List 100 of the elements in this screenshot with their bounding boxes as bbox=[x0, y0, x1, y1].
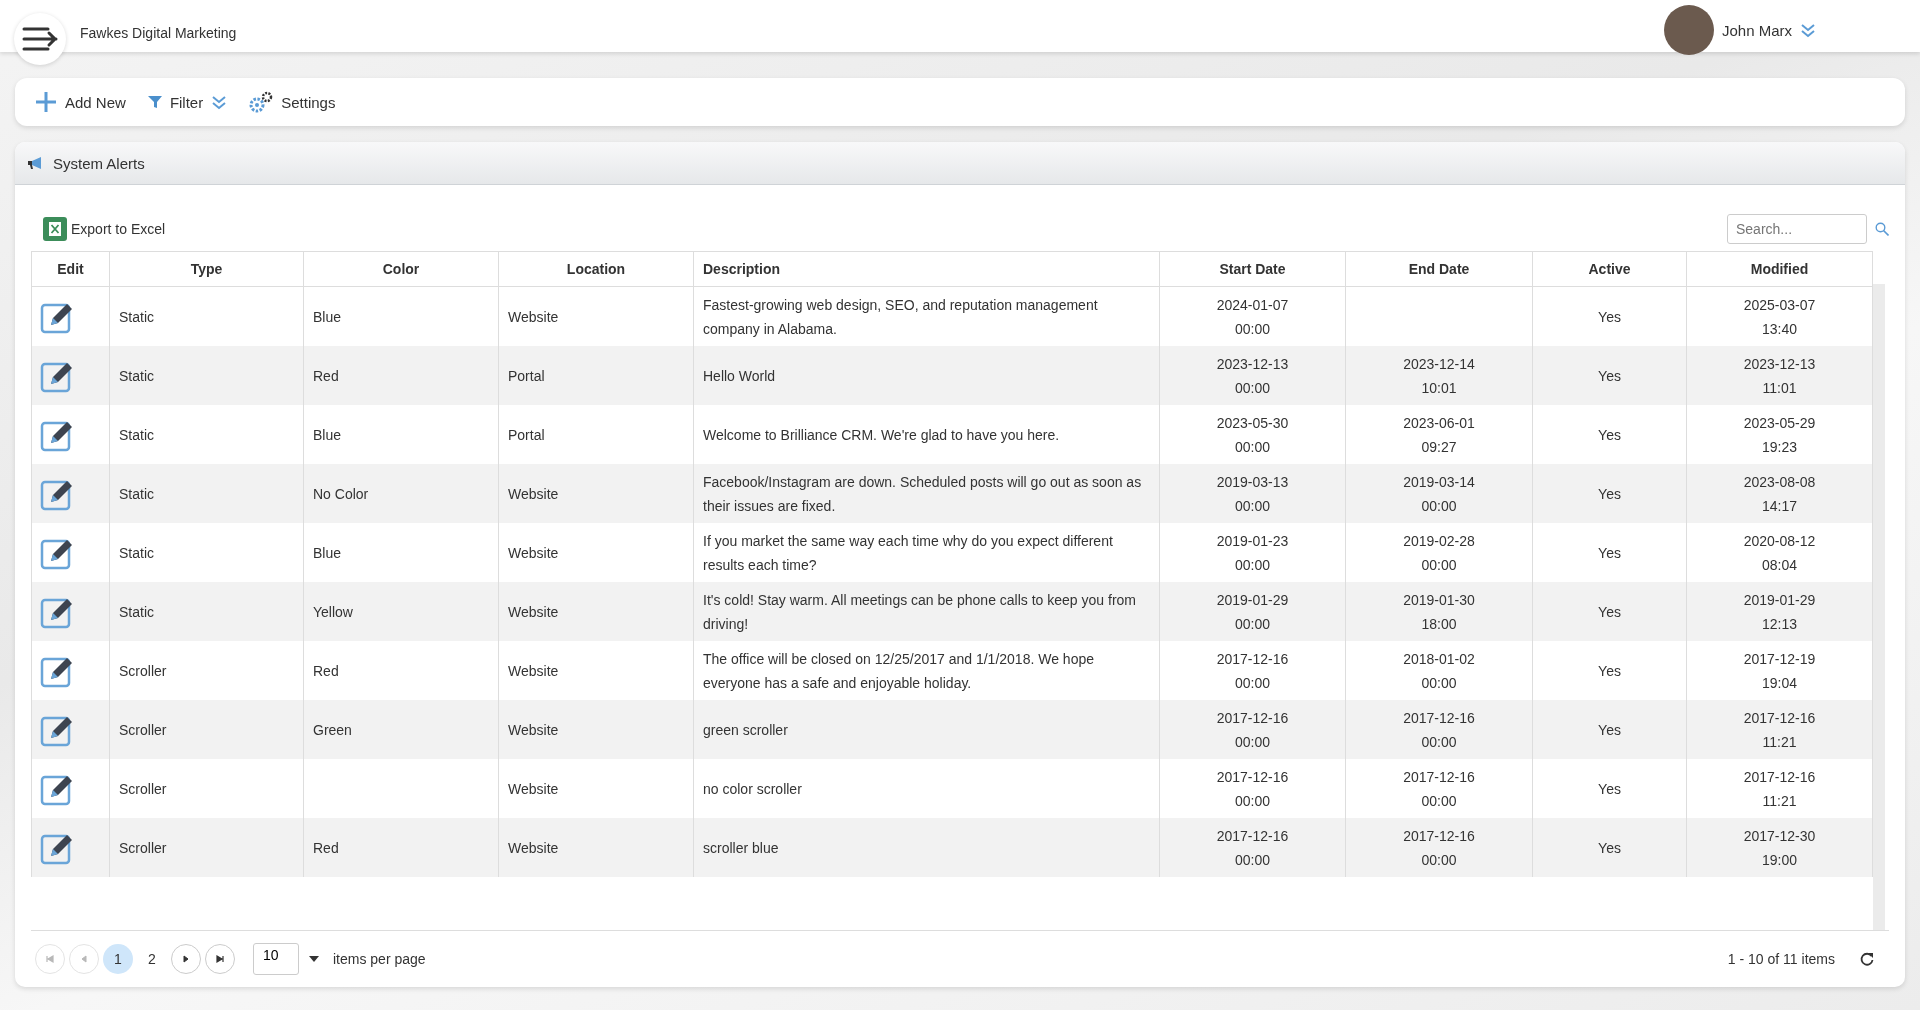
table-cell: Yes bbox=[1598, 544, 1621, 561]
table-cell: Yes bbox=[1598, 662, 1621, 679]
table-cell: scroller blue bbox=[703, 839, 779, 856]
table-cell: Yes bbox=[1598, 485, 1621, 502]
chevron-down-icon bbox=[211, 94, 228, 110]
filter-button[interactable]: Filter bbox=[147, 93, 228, 111]
page-button[interactable]: 2 bbox=[137, 944, 167, 974]
pager-summary: 1 - 10 of 11 items bbox=[1727, 951, 1835, 967]
export-button[interactable]: Export to Excel bbox=[43, 217, 166, 241]
refresh-button[interactable] bbox=[1859, 951, 1875, 967]
panel-title: System Alerts bbox=[53, 154, 145, 172]
table-cell: Scroller bbox=[119, 780, 167, 797]
table-cell: 2017-12-16 11:21 bbox=[1743, 768, 1816, 809]
search-icon[interactable] bbox=[1875, 222, 1889, 236]
first-icon bbox=[44, 953, 56, 965]
table-cell: Yes bbox=[1598, 308, 1621, 325]
table-cell: If you market the same way each time why do you expect different results each time? bbox=[703, 532, 1113, 573]
table-cell: 2017-12-16 00:00 bbox=[1216, 650, 1289, 691]
table-cell: 2019-01-30 18:00 bbox=[1403, 591, 1475, 632]
table-cell: Static bbox=[119, 308, 154, 325]
spreadsheet-icon bbox=[43, 217, 67, 241]
table-cell: Static bbox=[119, 367, 154, 384]
search-field[interactable]: Search... bbox=[1727, 214, 1867, 244]
table-cell: Yes bbox=[1598, 839, 1621, 856]
user-menu[interactable]: John Marx bbox=[1663, 5, 1816, 55]
table-cell: Blue bbox=[313, 426, 342, 443]
table-cell: Fastest-growing web design, SEO, and reputation management company in Alabama. bbox=[703, 296, 1098, 337]
table-cell: Yes bbox=[1598, 780, 1621, 797]
table-cell: Portal bbox=[508, 426, 545, 443]
column-header: Start Date bbox=[1159, 251, 1346, 287]
table-cell: The office will be closed on 12/25/2017 and 1/1/2018. We hope everyone has a safe and enjoyable holiday. bbox=[703, 650, 1094, 691]
last-page-button[interactable] bbox=[205, 944, 235, 974]
table-cell: Static bbox=[119, 544, 154, 561]
table-cell: 2018-01-02 00:00 bbox=[1403, 650, 1475, 691]
table-cell: Static bbox=[119, 485, 154, 502]
table-cell: Red bbox=[313, 662, 339, 679]
table-cell: 2023-12-13 00:00 bbox=[1216, 355, 1289, 396]
company-name: Fawkes Digital Marketing bbox=[80, 25, 237, 41]
table-cell: 2017-12-16 00:00 bbox=[1403, 709, 1475, 750]
filter-icon bbox=[147, 95, 162, 109]
table-cell: no color scroller bbox=[703, 780, 802, 797]
megaphone-icon bbox=[27, 156, 43, 170]
table-cell: Blue bbox=[313, 308, 342, 325]
table-cell: Website bbox=[508, 662, 559, 679]
menu-button[interactable] bbox=[14, 13, 66, 65]
table-cell: 2019-01-23 00:00 bbox=[1216, 532, 1289, 573]
table-cell: Static bbox=[119, 426, 154, 443]
table-cell: Scroller bbox=[119, 662, 167, 679]
table-cell: Green bbox=[313, 721, 352, 738]
table-cell: 2017-12-16 00:00 bbox=[1216, 827, 1289, 868]
table-cell: 2017-12-16 00:00 bbox=[1216, 768, 1289, 809]
last-icon bbox=[214, 953, 226, 965]
table-cell: 2019-02-28 00:00 bbox=[1403, 532, 1475, 573]
chevron-down-icon bbox=[1800, 22, 1816, 38]
table-cell: Website bbox=[508, 780, 559, 797]
table-cell: 2020-08-12 08:04 bbox=[1743, 532, 1816, 573]
table-cell: Welcome to Brilliance CRM. We're glad to have you here. bbox=[703, 426, 1060, 443]
table-cell: Red bbox=[313, 367, 339, 384]
table-cell: Website bbox=[508, 544, 559, 561]
table-cell: 2017-12-30 19:00 bbox=[1743, 827, 1816, 868]
table-cell: 2023-06-01 09:27 bbox=[1403, 414, 1475, 455]
table-cell: 2025-03-07 13:40 bbox=[1743, 296, 1816, 337]
refresh-icon bbox=[1859, 951, 1875, 967]
table-cell: Scroller bbox=[119, 839, 167, 856]
column-header: Color bbox=[303, 251, 499, 287]
table-cell: Website bbox=[508, 839, 559, 856]
add-button[interactable]: Add New bbox=[35, 91, 126, 113]
table-cell: 2019-01-29 12:13 bbox=[1743, 591, 1816, 632]
table-cell: 2019-03-14 00:00 bbox=[1403, 473, 1475, 514]
table-cell: 2019-01-29 00:00 bbox=[1216, 591, 1289, 632]
settings-button[interactable]: Settings bbox=[249, 91, 336, 113]
table-cell: 2017-12-16 00:00 bbox=[1403, 768, 1475, 809]
table-cell: 2019-03-13 00:00 bbox=[1216, 473, 1289, 514]
table-cell: Yes bbox=[1598, 367, 1621, 384]
table-cell: Website bbox=[508, 308, 559, 325]
table-cell: 2023-08-08 14:17 bbox=[1743, 473, 1816, 514]
column-header: Active bbox=[1532, 251, 1687, 287]
menu-icon bbox=[21, 26, 59, 52]
column-header: Modified bbox=[1686, 251, 1873, 287]
table-cell: 2023-12-13 11:01 bbox=[1743, 355, 1816, 396]
caret-icon[interactable] bbox=[309, 956, 319, 962]
table-cell: 2023-05-30 00:00 bbox=[1216, 414, 1289, 455]
table-cell: Yellow bbox=[313, 603, 353, 620]
table-cell: Facebook/Instagram are down. Scheduled posts will go out as soon as their issues are fixed. bbox=[703, 473, 1142, 514]
table-cell: green scroller bbox=[703, 721, 788, 738]
column-header: Location bbox=[498, 251, 694, 287]
scrollbar-track[interactable] bbox=[1873, 284, 1885, 930]
column-header: Description bbox=[693, 251, 1160, 287]
column-header: End Date bbox=[1345, 251, 1533, 287]
table-cell: Yes bbox=[1598, 426, 1621, 443]
table-cell: No Color bbox=[313, 485, 369, 502]
table-cell: Yes bbox=[1598, 721, 1621, 738]
table-cell: 2017-12-16 00:00 bbox=[1403, 827, 1475, 868]
page-button[interactable]: 1 bbox=[103, 944, 133, 974]
page-size-dropdown[interactable]: 10 bbox=[253, 943, 299, 975]
table-cell: Website bbox=[508, 603, 559, 620]
table-cell: It's cold! Stay warm. All meetings can be phone calls to keep you from driving! bbox=[703, 591, 1136, 632]
table-cell: Website bbox=[508, 721, 559, 738]
table-cell: 2017-12-19 19:04 bbox=[1743, 650, 1816, 691]
table-cell: Blue bbox=[313, 544, 342, 561]
